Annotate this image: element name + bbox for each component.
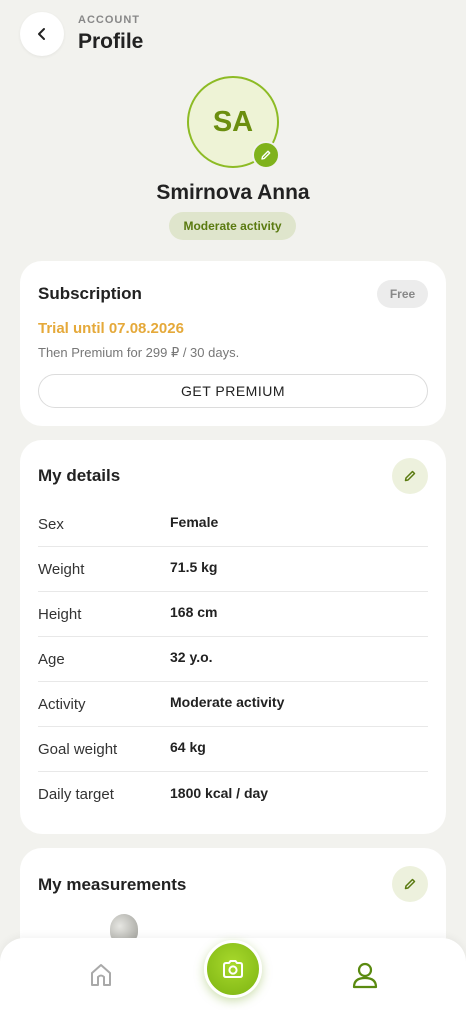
- plan-badge: Free: [377, 280, 428, 308]
- profile-icon: [352, 962, 378, 989]
- subscription-card: Subscription Free Trial until 07.08.2026…: [20, 261, 446, 426]
- row-label: Sex: [38, 515, 64, 533]
- row-label: Goal weight: [38, 740, 118, 758]
- row-value: 32 y.o.: [170, 649, 213, 665]
- pencil-icon: [404, 878, 416, 890]
- activity-badge: Moderate activity: [169, 212, 296, 240]
- then-text: Then Premium for 299 ₽ / 30 days.: [38, 345, 240, 360]
- pencil-icon: [404, 470, 416, 482]
- subscription-title: Subscription: [38, 284, 142, 303]
- row-value: 168 cm: [170, 604, 218, 620]
- measurements-title: My measurements: [38, 875, 187, 894]
- trial-text: Trial until 07.08.2026: [38, 320, 184, 337]
- details-list: Sex Female Weight 71.5 kg Height 168 cm …: [38, 502, 428, 817]
- details-card: My details Sex Female Weight 71.5 kg Hei…: [20, 440, 446, 834]
- row-label: Height: [38, 605, 82, 623]
- row-label: Daily target: [38, 786, 114, 803]
- pencil-icon: [261, 150, 271, 160]
- details-edit-button[interactable]: [392, 458, 428, 494]
- nav-camera-button[interactable]: [204, 940, 262, 998]
- header-eyebrow: ACCOUNT: [78, 14, 140, 26]
- details-row-height: Height 168 cm: [38, 592, 428, 637]
- details-row-weight: Weight 71.5 kg: [38, 547, 428, 592]
- row-label: Weight: [38, 560, 85, 578]
- chevron-left-icon: [38, 28, 45, 40]
- avatar-edit-button[interactable]: [252, 141, 280, 169]
- page-title: Profile: [78, 30, 144, 53]
- row-value: 64 kg: [170, 739, 206, 755]
- user-name: Smirnova Anna: [156, 181, 310, 204]
- measurements-edit-button[interactable]: [392, 866, 428, 902]
- details-row-daily-target: Daily target 1800 kcal / day: [38, 772, 428, 817]
- camera-icon: [223, 960, 243, 978]
- back-button[interactable]: [20, 12, 64, 56]
- details-row-sex: Sex Female: [38, 502, 428, 547]
- avatar-initials: SA: [212, 105, 254, 138]
- row-value: Female: [170, 514, 219, 530]
- details-row-activity: Activity Moderate activity: [38, 682, 428, 727]
- row-value: 1800 kcal / day: [170, 784, 269, 801]
- row-label: Activity: [38, 695, 86, 713]
- nav-home-button[interactable]: [86, 960, 116, 990]
- get-premium-button[interactable]: GET PREMIUM: [38, 374, 428, 408]
- home-icon: [91, 964, 111, 986]
- details-title: My details: [38, 466, 121, 485]
- row-value: 71.5 kg: [170, 559, 218, 575]
- row-value: Moderate activity: [170, 694, 285, 710]
- details-row-age: Age 32 y.o.: [38, 637, 428, 682]
- row-label: Age: [38, 650, 65, 668]
- details-row-goal-weight: Goal weight 64 kg: [38, 727, 428, 772]
- nav-profile-button[interactable]: [349, 959, 381, 991]
